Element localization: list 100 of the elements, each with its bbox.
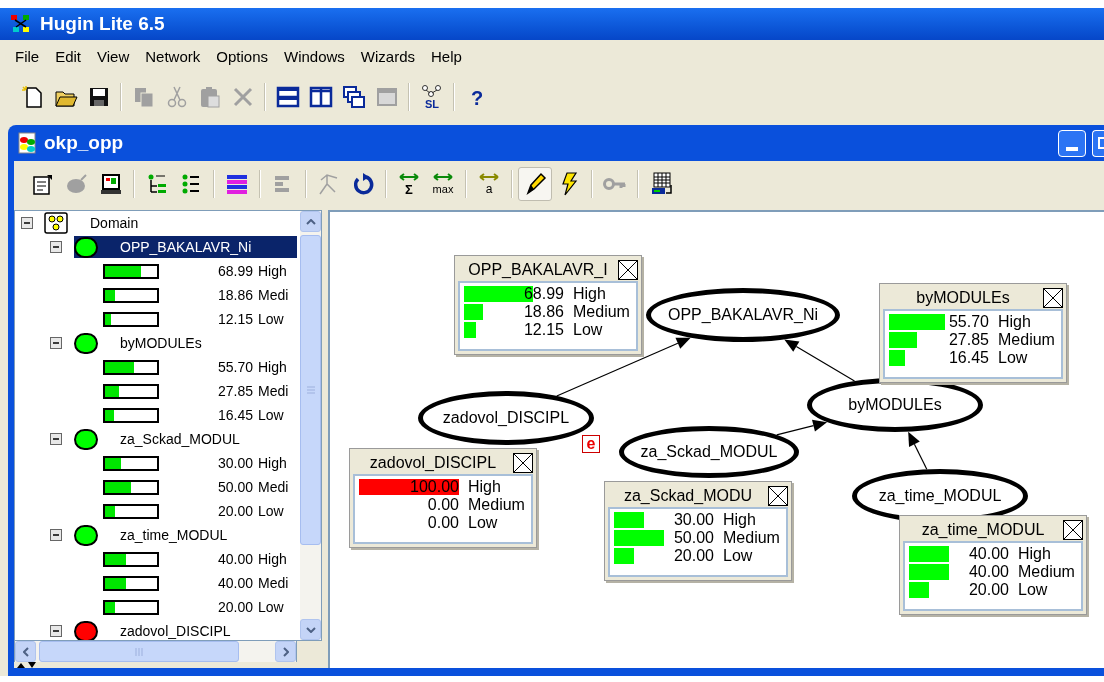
scroll-right-button[interactable] <box>275 641 296 662</box>
tree-item[interactable]: OPP_BAKALAVR_Ni <box>74 236 297 258</box>
state-label: Medi <box>258 573 289 593</box>
menu-item[interactable]: View <box>89 45 138 69</box>
collapse-toggle-icon[interactable] <box>50 625 62 637</box>
state-label: Low <box>258 309 284 329</box>
horizontal-scrollbar[interactable] <box>14 641 297 662</box>
maximize-button[interactable] <box>1092 129 1104 157</box>
network-node[interactable]: byMODULEs <box>807 378 983 432</box>
monitor-title: za_time_MODUL <box>920 522 1046 538</box>
close-icon[interactable] <box>768 486 788 506</box>
state-label: Medium <box>468 497 525 513</box>
state-label: Medi <box>258 381 289 401</box>
collapse-toggle-icon[interactable] <box>50 241 62 253</box>
scroll-down-button[interactable] <box>300 619 321 640</box>
tree-item[interactable]: byMODULEs <box>74 332 297 354</box>
splitter-arrows-icon[interactable] <box>16 662 38 668</box>
state-label: High <box>573 286 606 302</box>
probability-value: 20.00 <box>216 597 253 617</box>
circular-arrow-icon[interactable] <box>351 171 375 196</box>
caret-down-icon <box>305 626 316 633</box>
window-rows-icon[interactable] <box>275 85 300 109</box>
state-label: Low <box>573 322 603 338</box>
state-label: Medium <box>573 304 630 320</box>
state-label: Medium <box>998 332 1055 348</box>
probability-value: 18.86 <box>216 285 253 305</box>
vertical-scrollbar[interactable] <box>300 211 321 640</box>
state-label: High <box>468 479 501 495</box>
menu-item[interactable]: Windows <box>276 45 353 69</box>
state-label: Low <box>1018 582 1048 598</box>
menu-item[interactable]: Network <box>137 45 209 69</box>
monitor-title: byMODULEs <box>915 290 1011 306</box>
probability-value: 40.00 <box>216 549 253 569</box>
close-icon[interactable] <box>618 260 638 280</box>
collapse-toggle-icon[interactable] <box>50 433 62 445</box>
tree-item[interactable]: za_time_MODUL <box>74 524 297 546</box>
edge-arrow <box>776 419 828 436</box>
network-file-icon <box>16 132 38 154</box>
collapse-toggle-icon[interactable] <box>50 337 62 349</box>
state-label: High <box>1018 546 1051 562</box>
state-label: Low <box>998 350 1028 366</box>
collapse-toggle-icon[interactable] <box>21 217 33 229</box>
maximize-icon <box>1098 137 1104 149</box>
probability-value: 30.00 <box>672 512 714 528</box>
caret-up-icon <box>305 218 316 225</box>
close-icon[interactable] <box>513 453 533 473</box>
state-label: Medi <box>258 285 289 305</box>
edge-arrow <box>784 339 856 382</box>
monitor-icon[interactable] <box>99 171 123 196</box>
probability-value: 18.86 <box>522 304 564 320</box>
probability-value: 12.15 <box>522 322 564 338</box>
minimize-button[interactable] <box>1058 129 1086 157</box>
state-label: Medium <box>1018 564 1075 580</box>
tree-item[interactable]: za_Sckad_MODUL <box>74 428 297 450</box>
menu-item[interactable]: File <box>7 45 48 69</box>
cascade-windows-icon[interactable] <box>341 85 366 109</box>
state-label: Low <box>258 405 284 425</box>
scrollbar-thumb[interactable] <box>300 235 321 545</box>
monitor-title: za_Sckad_MODU <box>622 488 753 504</box>
document-title: okp_opp <box>44 130 124 155</box>
probability-value: 27.85 <box>216 381 253 401</box>
state-label: High <box>258 261 287 281</box>
minimize-icon <box>1066 146 1078 151</box>
edge-arrow <box>908 431 928 470</box>
network-node[interactable]: OPP_BAKALAVR_Ni <box>646 288 840 342</box>
probability-value: 55.70 <box>947 314 989 330</box>
menu-item[interactable]: Options <box>208 45 276 69</box>
state-label: High <box>998 314 1031 330</box>
tree-item[interactable]: Domain <box>90 212 139 234</box>
probability-value: 27.85 <box>947 332 989 348</box>
probability-value: 55.70 <box>216 357 253 377</box>
state-label: Low <box>723 548 753 564</box>
probability-value: 40.00 <box>216 573 253 593</box>
probability-value: 16.45 <box>216 405 253 425</box>
close-icon[interactable] <box>1043 288 1063 308</box>
table-icon[interactable] <box>649 171 673 196</box>
help-icon[interactable]: ? <box>464 85 489 109</box>
scrollbar-thumb[interactable] <box>39 641 239 662</box>
network-node[interactable]: za_Sckad_MODUL <box>619 426 799 478</box>
probability-value: 50.00 <box>216 477 253 497</box>
scroll-up-button[interactable] <box>300 211 321 232</box>
close-icon[interactable] <box>1063 520 1083 540</box>
probability-value: 20.00 <box>672 548 714 564</box>
probability-value: 40.00 <box>967 564 1009 580</box>
collapse-toggle-icon[interactable] <box>50 529 62 541</box>
menu-item[interactable]: Help <box>423 45 470 69</box>
window-title: Hugin Lite 6.5 <box>40 11 165 36</box>
scroll-left-button[interactable] <box>15 641 36 662</box>
menu-item[interactable]: Wizards <box>352 45 424 69</box>
probability-value: 20.00 <box>216 501 253 521</box>
probability-value: 16.45 <box>947 350 989 366</box>
menu-item[interactable]: Edit <box>47 45 90 69</box>
state-label: High <box>258 549 287 569</box>
window-columns-icon[interactable] <box>308 85 333 109</box>
state-label: High <box>723 512 756 528</box>
new-document-icon[interactable] <box>20 85 45 109</box>
caret-right-icon <box>282 646 289 657</box>
probability-value: 30.00 <box>216 453 253 473</box>
probability-value: 0.00 <box>426 497 459 513</box>
probability-value: 20.00 <box>967 582 1009 598</box>
